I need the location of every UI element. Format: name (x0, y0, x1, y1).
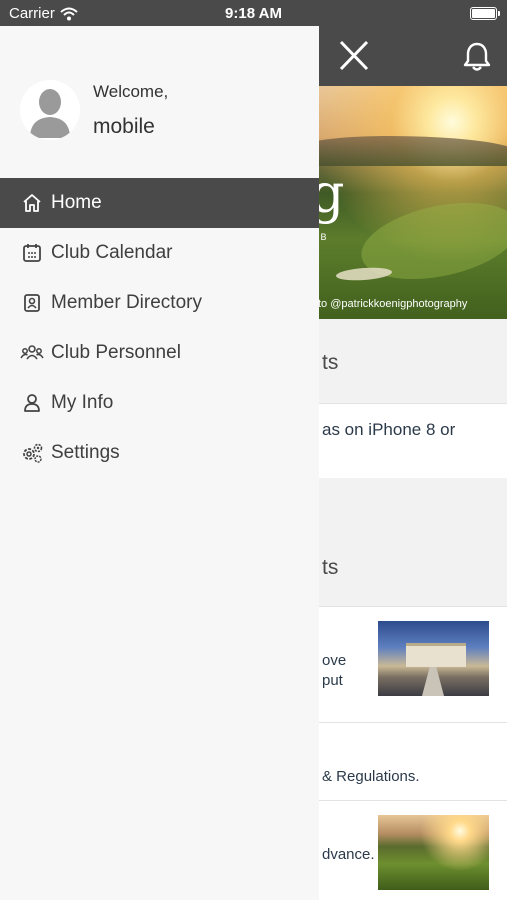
menu-item-settings[interactable]: Settings (0, 428, 319, 478)
menu-item-label: My Info (51, 392, 114, 413)
menu-item-label: Club Personnel (51, 342, 181, 363)
home-icon (20, 191, 44, 215)
drawer-scrim[interactable] (319, 0, 507, 900)
people-group-icon (20, 341, 44, 365)
gears-icon (20, 441, 44, 465)
menu-item-member-directory[interactable]: Member Directory (0, 278, 319, 328)
battery-icon (470, 7, 500, 20)
menu-item-my-info[interactable]: My Info (0, 378, 319, 428)
welcome-label: Welcome, (93, 82, 169, 101)
menu-item-club-personnel[interactable]: Club Personnel (0, 328, 319, 378)
menu-item-label: Club Calendar (51, 242, 173, 263)
menu-item-label: Home (51, 192, 102, 213)
username: mobile (93, 115, 155, 138)
menu-item-label: Settings (51, 442, 120, 463)
calendar-icon (20, 241, 44, 265)
menu-item-home[interactable]: Home (0, 178, 319, 228)
contact-book-icon (20, 291, 44, 315)
avatar[interactable] (20, 80, 80, 140)
user-avatar-icon (20, 80, 80, 140)
profile-header: Welcome, mobile (0, 26, 319, 178)
side-drawer-menu: Welcome, mobile Home Club Calendar Membe… (0, 26, 319, 900)
menu-item-label: Member Directory (51, 292, 202, 313)
clock: 9:18 AM (225, 5, 282, 22)
status-bar: Carrier 9:18 AM (0, 0, 507, 26)
drawer-menu-list: Home Club Calendar Member Directory Club… (0, 178, 319, 478)
person-icon (20, 391, 44, 415)
menu-item-club-calendar[interactable]: Club Calendar (0, 228, 319, 278)
